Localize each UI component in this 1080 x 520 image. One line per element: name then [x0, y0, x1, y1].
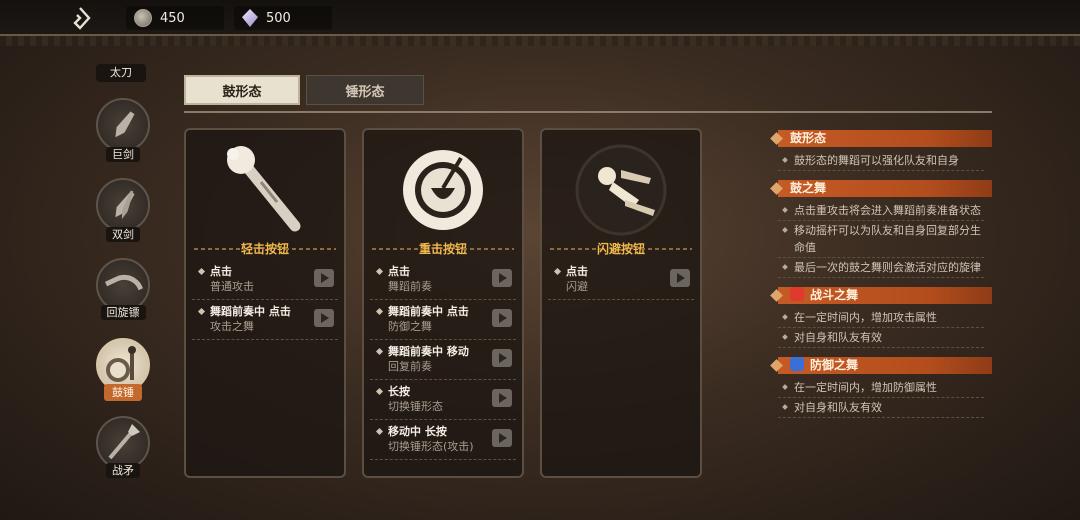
banner-drum-dance: 鼓之舞	[778, 180, 992, 197]
info-line: 在一定时间内，增加攻击属性	[778, 308, 984, 328]
info-panel: 鼓形态 鼓形态的舞蹈可以强化队友和自身 鼓之舞 点击重攻击将会进入舞蹈前奏准备状…	[778, 130, 992, 418]
info-line: 点击重攻击将会进入舞蹈前奏准备状态	[778, 201, 984, 221]
info-line: 在一定时间内，增加防御属性	[778, 378, 984, 398]
gem-icon	[242, 9, 258, 27]
banner-drum-form: 鼓形态	[778, 130, 992, 147]
light-attack-panel: 轻击按钮 点击 普通攻击 舞蹈前奏中 点击 攻击之舞	[184, 128, 346, 478]
top-bar: 450 500	[0, 0, 1080, 46]
gem-counter: 500	[234, 6, 332, 30]
tab-hammer-form[interactable]: 锤形态	[306, 75, 424, 105]
weapon-label-dual-blades: 双剑	[96, 226, 150, 242]
info-line: 移动摇杆可以为队友和自身回复部分生命值	[778, 221, 984, 258]
coin-counter: 450	[126, 6, 224, 30]
list-item: 点击 普通攻击	[192, 260, 338, 300]
shield-icon	[790, 357, 804, 371]
greatsword-icon[interactable]	[96, 98, 150, 152]
weapon-label-boomerang: 回旋镖	[96, 304, 150, 320]
info-line: 鼓形态的舞蹈可以强化队友和自身	[778, 151, 984, 171]
list-item: 点击 舞蹈前奏	[370, 260, 516, 300]
info-line: 对自身和队友有效	[778, 328, 984, 348]
heavy-attack-panel: 重击按钮 点击 舞蹈前奏 舞蹈前奏中 点击 防御之舞 舞蹈前奏中 移动 回复前奏…	[362, 128, 524, 478]
play-icon[interactable]	[492, 429, 512, 447]
play-icon[interactable]	[670, 269, 690, 287]
play-icon[interactable]	[492, 389, 512, 407]
top-bar-border	[0, 36, 1080, 46]
play-icon[interactable]	[492, 309, 512, 327]
coin-icon	[134, 9, 152, 27]
tab-divider	[184, 111, 992, 113]
play-icon[interactable]	[314, 269, 334, 287]
dodge-icon	[569, 140, 673, 240]
list-item: 舞蹈前奏中 移动 回复前奏	[370, 340, 516, 380]
weapon-label-drum-hammer: 鼓锤	[96, 384, 150, 401]
banner-battle-dance: 战斗之舞	[778, 287, 992, 304]
drumstick-icon	[213, 140, 317, 240]
gem-value: 500	[266, 10, 291, 26]
light-attack-title: 轻击按钮	[194, 240, 336, 258]
dodge-panel: 闪避按钮 点击 闪避	[540, 128, 702, 478]
play-icon[interactable]	[314, 309, 334, 327]
heavy-attack-title: 重击按钮	[372, 240, 514, 258]
list-item: 舞蹈前奏中 点击 防御之舞	[370, 300, 516, 340]
info-line: 最后一次的鼓之舞则会激活对应的旋律	[778, 258, 984, 278]
play-icon[interactable]	[492, 349, 512, 367]
sword-icon	[790, 287, 804, 301]
list-item: 移动中 长按 切换锤形态(攻击)	[370, 420, 516, 460]
dodge-title: 闪避按钮	[550, 240, 692, 258]
weapon-header-katana[interactable]: 太刀	[96, 64, 146, 82]
list-item: 点击 闪避	[548, 260, 694, 300]
play-icon[interactable]	[492, 269, 512, 287]
banner-defense-dance: 防御之舞	[778, 357, 992, 374]
home-logo-icon[interactable]	[68, 6, 92, 30]
tab-drum-form[interactable]: 鼓形态	[184, 75, 300, 105]
info-line: 对自身和队友有效	[778, 398, 984, 418]
list-item: 长按 切换锤形态	[370, 380, 516, 420]
drum-strike-icon	[391, 140, 495, 240]
dual-blades-icon[interactable]	[96, 178, 150, 232]
list-item: 舞蹈前奏中 点击 攻击之舞	[192, 300, 338, 340]
weapon-label-spear: 战矛	[96, 462, 150, 478]
coin-value: 450	[160, 10, 185, 26]
weapon-label-greatsword: 巨剑	[96, 146, 150, 162]
